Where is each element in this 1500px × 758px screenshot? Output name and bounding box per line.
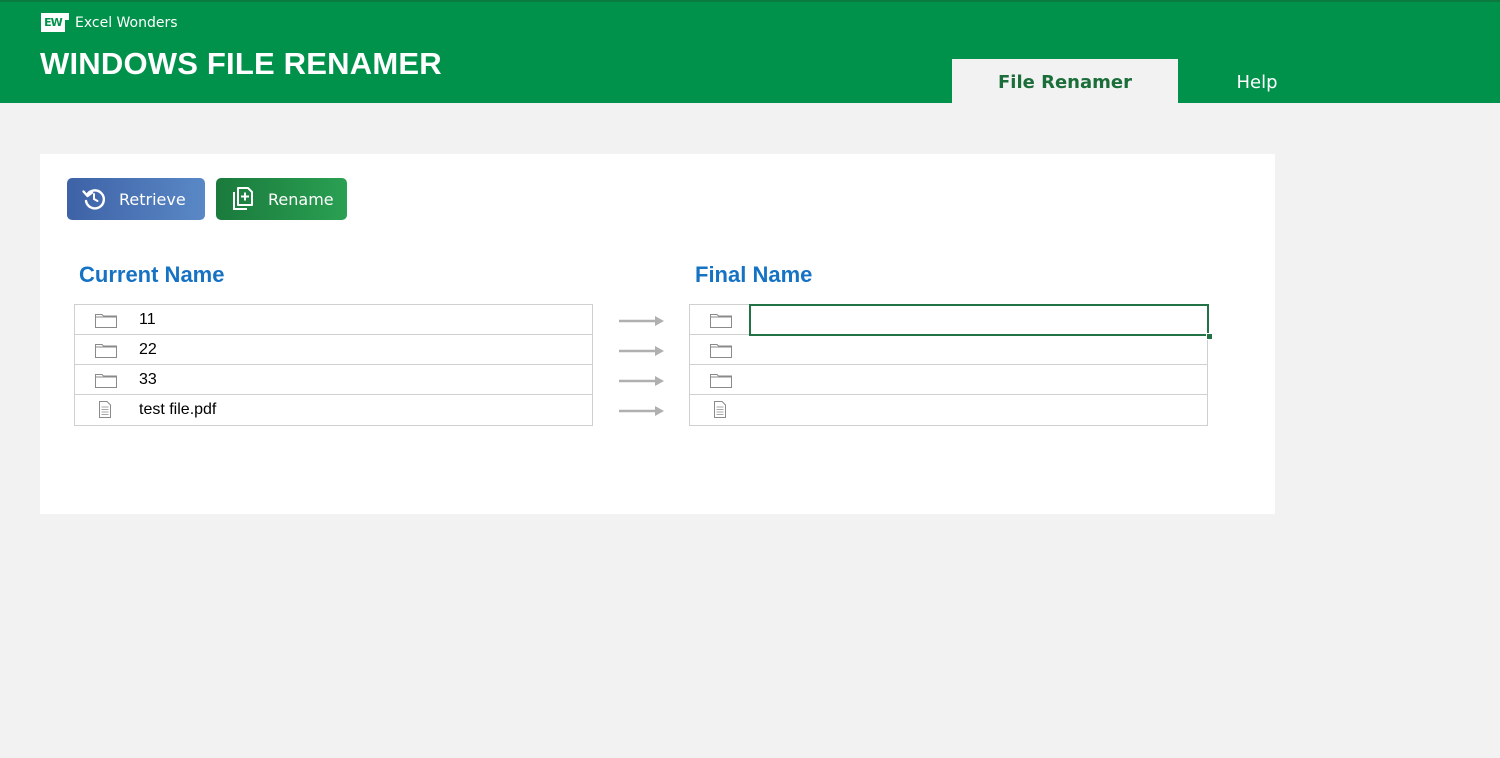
current-name-list: 11 22 33 test file.pdf — [74, 304, 593, 426]
folder-icon — [710, 374, 732, 388]
refresh-icon — [82, 189, 106, 210]
list-item — [690, 364, 1209, 396]
folder-icon — [95, 314, 117, 328]
tab-file-renamer[interactable]: File Renamer — [952, 59, 1178, 105]
rename-label: Rename — [268, 189, 334, 209]
list-item: 22 — [75, 335, 592, 365]
retrieve-label: Retrieve — [119, 189, 186, 209]
list-item: 11 — [75, 305, 592, 335]
file-icon — [99, 401, 111, 418]
arrow-right-icon — [619, 316, 664, 326]
file-icon — [714, 401, 726, 418]
current-name: 22 — [139, 341, 157, 358]
folder-icon — [95, 374, 117, 388]
list-item — [690, 334, 1209, 366]
app-title: WINDOWS FILE RENAMER — [40, 46, 442, 81]
final-name-input[interactable] — [749, 364, 1209, 396]
list-item: test file.pdf — [75, 395, 592, 425]
brand-logo-text: EW — [41, 13, 65, 32]
tab-help[interactable]: Help — [1180, 59, 1334, 105]
current-name-header: Current Name — [79, 262, 225, 287]
final-name-header: Final Name — [695, 262, 813, 287]
rename-button[interactable]: Rename — [216, 178, 347, 220]
brand-name: Excel Wonders — [75, 15, 178, 31]
list-item — [690, 394, 1209, 426]
final-name-input[interactable] — [749, 304, 1209, 336]
renamer-panel: Retrieve Rename Current Name Final Name … — [40, 154, 1275, 514]
folder-icon — [710, 314, 732, 328]
arrow-right-icon — [619, 376, 664, 386]
arrow-right-icon — [619, 346, 664, 356]
folder-icon — [95, 344, 117, 358]
copy-add-icon — [233, 187, 253, 210]
app-header: EW Excel Wonders WINDOWS FILE RENAMER Fi… — [0, 0, 1500, 105]
current-name: 33 — [139, 371, 157, 388]
list-item — [690, 304, 1213, 340]
folder-icon — [710, 344, 732, 358]
current-name: test file.pdf — [139, 401, 217, 418]
brand: EW Excel Wonders — [41, 12, 178, 34]
current-name: 11 — [139, 311, 156, 328]
final-name-input[interactable] — [749, 334, 1209, 366]
final-name-input[interactable] — [749, 394, 1209, 426]
list-item: 33 — [75, 365, 592, 395]
final-name-list — [689, 304, 1213, 426]
brand-logo: EW — [41, 13, 69, 33]
arrow-right-icon — [619, 406, 664, 416]
retrieve-button[interactable]: Retrieve — [67, 178, 205, 220]
